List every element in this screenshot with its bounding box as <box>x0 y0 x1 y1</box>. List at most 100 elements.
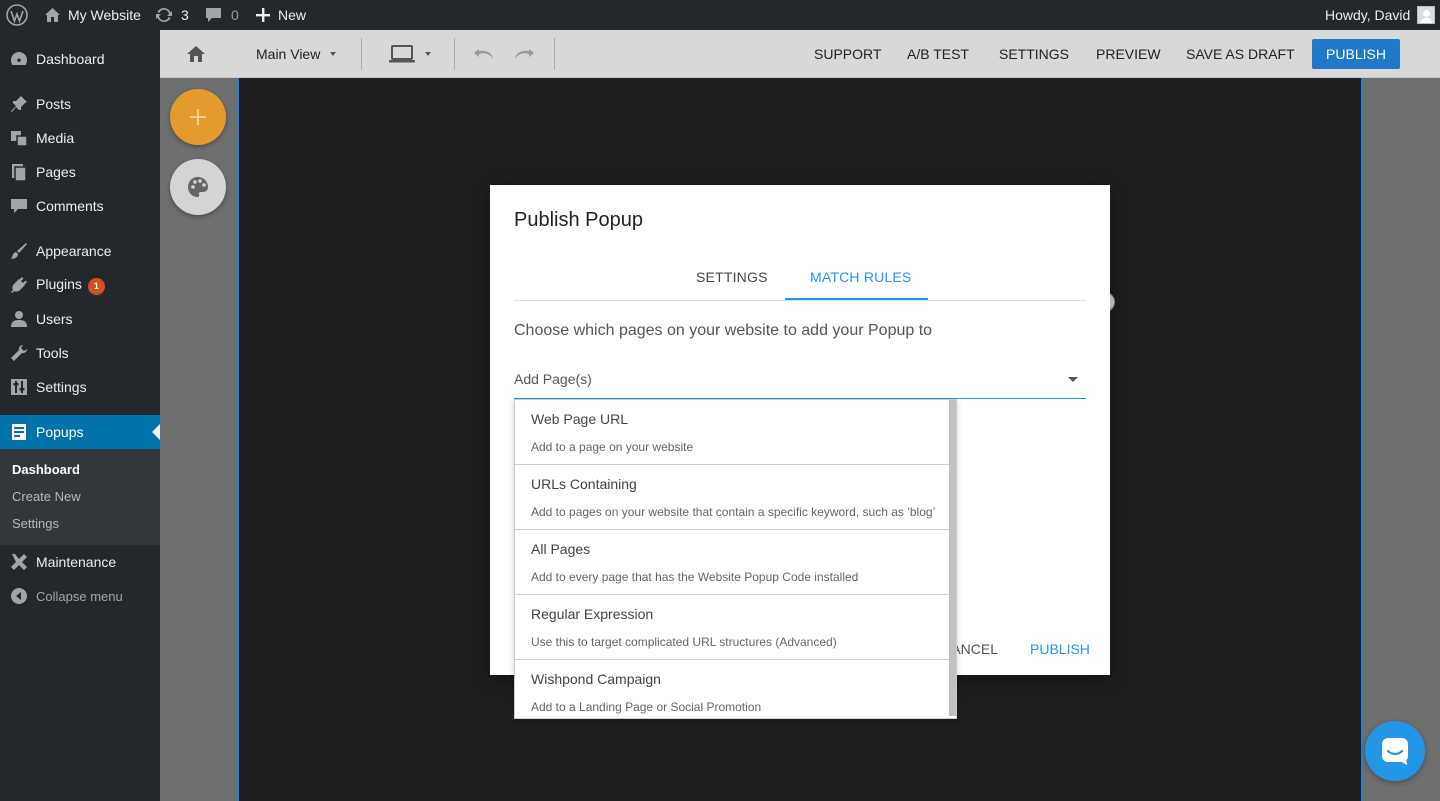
option-title: Wishpond Campaign <box>531 671 661 687</box>
undo-icon <box>473 47 495 61</box>
sidebar-item-pages[interactable]: Pages <box>0 155 160 189</box>
ab-test-link[interactable]: A/B TEST <box>907 30 969 78</box>
option-title: All Pages <box>531 541 591 557</box>
brush-icon <box>10 242 28 260</box>
publish-button[interactable]: PUBLISH <box>1312 39 1400 69</box>
account-menu[interactable]: Howdy, David <box>1325 0 1436 30</box>
palette-icon <box>187 176 209 198</box>
chevron-down-icon <box>330 52 337 56</box>
tab-match-rules[interactable]: MATCH RULES <box>810 269 912 285</box>
sidebar-item-users[interactable]: Users <box>0 302 160 336</box>
updates-count: 3 <box>181 7 189 23</box>
redo-button[interactable] <box>513 30 535 78</box>
option-web-page-url[interactable]: Web Page URL Add to a page on your websi… <box>515 400 950 465</box>
plugins-update-badge: 1 <box>87 277 105 295</box>
comments-count: 0 <box>231 7 239 23</box>
sidebar-item-tools[interactable]: Tools <box>0 336 160 370</box>
updates-icon <box>155 6 173 24</box>
pages-dropdown-menu: Web Page URL Add to a page on your websi… <box>514 399 957 719</box>
popups-submenu: Dashboard Create New Settings <box>0 449 160 545</box>
sidebar-item-comments[interactable]: Comments <box>0 189 160 223</box>
site-link[interactable]: My Website <box>44 0 141 30</box>
chat-icon <box>1380 736 1410 766</box>
tab-settings[interactable]: SETTINGS <box>696 269 768 285</box>
submenu-settings[interactable]: Settings <box>12 516 59 531</box>
new-content-link[interactable]: New <box>256 0 306 30</box>
collapse-menu-button[interactable]: Collapse menu <box>0 579 160 613</box>
view-label: Main View <box>256 46 321 62</box>
site-name: My Website <box>68 7 141 23</box>
sidebar-item-plugins[interactable]: Plugins 1 <box>0 268 160 302</box>
add-pages-select[interactable]: Add Page(s) <box>514 363 1086 399</box>
collapse-icon <box>10 587 28 605</box>
option-subtitle: Add to a Landing Page or Social Promotio… <box>531 700 762 714</box>
option-title: URLs Containing <box>531 476 637 492</box>
user-icon <box>10 310 28 328</box>
toolbar-divider <box>361 38 362 70</box>
sidebar-item-posts[interactable]: Posts <box>0 87 160 121</box>
plus-icon <box>256 8 270 22</box>
media-icon <box>10 129 28 147</box>
sidebar-item-popups[interactable]: Popups <box>0 415 160 449</box>
view-selector[interactable]: Main View <box>256 30 337 78</box>
add-element-button[interactable] <box>170 89 226 145</box>
editor-right-rail <box>1363 78 1440 801</box>
admin-sidebar: Dashboard Posts Media Pages Comments App… <box>0 30 160 801</box>
dropdown-arrow-icon <box>1068 377 1078 382</box>
popup-icon <box>10 423 28 441</box>
undo-button[interactable] <box>473 30 495 78</box>
comment-icon <box>10 197 28 215</box>
sidebar-item-media[interactable]: Media <box>0 121 160 155</box>
preview-link[interactable]: PREVIEW <box>1096 30 1161 78</box>
plugin-icon <box>10 276 28 294</box>
plus-icon <box>190 109 206 125</box>
home-icon <box>44 7 61 23</box>
settings-link[interactable]: SETTINGS <box>999 30 1069 78</box>
sliders-icon <box>10 378 28 396</box>
home-icon <box>186 45 206 63</box>
submenu-dashboard[interactable]: Dashboard <box>12 462 80 477</box>
option-subtitle: Add to a page on your website <box>531 440 694 454</box>
sidebar-item-appearance[interactable]: Appearance <box>0 234 160 268</box>
dashboard-icon <box>10 50 28 68</box>
dialog-publish-button[interactable]: PUBLISH <box>1030 641 1090 657</box>
support-link[interactable]: SUPPORT <box>814 30 881 78</box>
active-tab-indicator <box>785 298 928 300</box>
match-rules-description: Choose which pages on your website to ad… <box>514 322 933 339</box>
home-button[interactable] <box>186 30 206 78</box>
save-as-draft-link[interactable]: SAVE AS DRAFT <box>1186 30 1295 78</box>
option-all-pages[interactable]: All Pages Add to every page that has the… <box>515 530 950 595</box>
option-urls-containing[interactable]: URLs Containing Add to pages on your web… <box>515 465 950 530</box>
editor-left-rail <box>160 78 237 801</box>
chat-launcher-button[interactable] <box>1365 721 1425 781</box>
comments-link[interactable]: 0 <box>205 0 239 30</box>
option-subtitle: Use this to target complicated URL struc… <box>531 635 837 649</box>
submenu-create-new[interactable]: Create New <box>12 489 81 504</box>
tab-divider <box>514 300 1086 301</box>
option-subtitle: Add to pages on your website that contai… <box>531 505 936 519</box>
chevron-down-icon <box>425 52 431 56</box>
option-regular-expression[interactable]: Regular Expression Use this to target co… <box>515 595 950 660</box>
new-label: New <box>278 7 307 23</box>
dropdown-scrollbar[interactable] <box>949 400 956 716</box>
theme-button[interactable] <box>170 159 226 215</box>
sidebar-item-maintenance[interactable]: Maintenance <box>0 545 160 579</box>
updates-link[interactable]: 3 <box>155 0 189 30</box>
pages-icon <box>10 163 28 182</box>
tools-icon <box>10 553 28 571</box>
device-selector[interactable] <box>389 30 431 78</box>
cancel-button[interactable]: CANCEL <box>954 641 998 657</box>
wordpress-logo-icon[interactable] <box>6 0 28 30</box>
plugins-label: Plugins <box>36 275 82 292</box>
select-placeholder: Add Page(s) <box>514 371 592 387</box>
sidebar-item-settings[interactable]: Settings <box>0 370 160 404</box>
avatar <box>1417 6 1436 24</box>
comment-bubble-icon <box>205 7 222 23</box>
admin-bar: My Website 3 0 New Howdy, David <box>0 0 1440 30</box>
sidebar-item-dashboard[interactable]: Dashboard <box>0 42 160 76</box>
option-subtitle: Add to every page that has the Website P… <box>531 570 859 584</box>
laptop-icon <box>389 45 415 63</box>
dialog-title: Publish Popup <box>514 209 643 231</box>
pin-icon <box>10 95 28 113</box>
option-wishpond-campaign[interactable]: Wishpond Campaign Add to a Landing Page … <box>515 660 950 718</box>
